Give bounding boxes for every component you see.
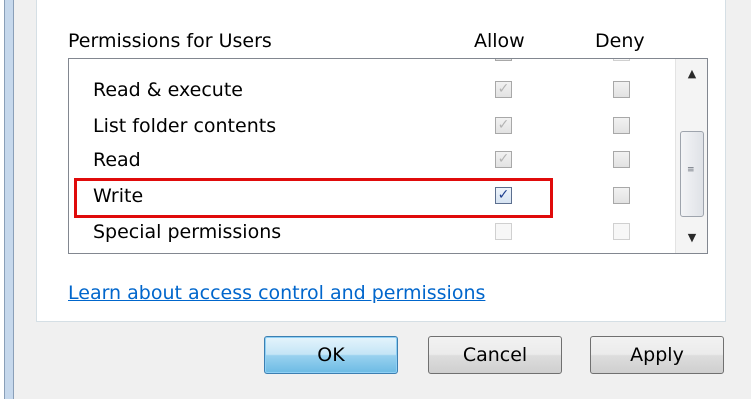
deny-checkbox[interactable] [613,151,630,168]
cancel-button[interactable]: Cancel [428,336,562,374]
permissions-title: Permissions for Users [68,30,272,52]
deny-column-header: Deny [595,30,645,52]
allow-checkbox[interactable] [495,223,512,240]
permission-label: Read & execute [93,79,243,101]
permission-row-list-folder[interactable]: List folder contents ✓ [69,111,675,145]
list-row-partial [69,59,675,66]
deny-checkbox-partial [613,59,630,61]
allow-column-header: Allow [474,30,525,52]
permission-label: Read [93,149,141,171]
permissions-list[interactable]: Read & execute ✓ List folder contents ✓ … [68,58,708,254]
allow-checkbox[interactable]: ✓ [495,117,512,134]
write-highlight-annotation [74,178,553,218]
permission-row-read-execute[interactable]: Read & execute ✓ [69,75,675,109]
deny-checkbox[interactable] [613,223,630,240]
allow-checkbox-partial [495,59,512,61]
grip-icon: ≡ [687,165,695,175]
permission-row-special[interactable]: Special permissions [69,217,675,251]
permissions-header: Permissions for Users Allow Deny [68,30,708,56]
scroll-up-arrow-icon[interactable]: ▲ [676,59,707,89]
apply-button[interactable]: Apply [590,336,724,374]
deny-checkbox[interactable] [613,81,630,98]
permission-label: List folder contents [93,115,277,137]
vertical-scrollbar[interactable]: ▲ ≡ ▼ [675,59,707,253]
scroll-down-arrow-icon[interactable]: ▼ [676,223,707,253]
permission-row-read[interactable]: Read ✓ [69,145,675,179]
allow-checkbox[interactable]: ✓ [495,151,512,168]
permission-label: Special permissions [93,221,282,243]
window-frame-left [4,0,14,399]
scroll-thumb[interactable]: ≡ [680,131,704,217]
ok-button[interactable]: OK [264,336,398,374]
learn-more-link[interactable]: Learn about access control and permissio… [68,282,485,304]
allow-checkbox[interactable]: ✓ [495,81,512,98]
deny-checkbox[interactable] [613,187,630,204]
deny-checkbox[interactable] [613,117,630,134]
